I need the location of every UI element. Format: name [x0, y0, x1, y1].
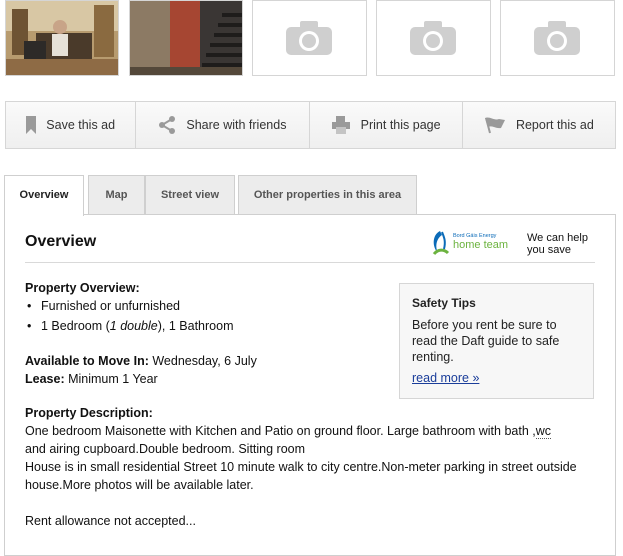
report-ad-button[interactable]: Report this ad [463, 102, 615, 148]
property-overview-section: Property Overview: Furnished or unfurnis… [25, 279, 233, 337]
list-item-furnished: Furnished or unfurnished [25, 297, 233, 317]
camera-icon [534, 21, 580, 55]
bedroom-double: 1 double [109, 319, 158, 333]
bedroom-suffix: ), 1 Bathroom [157, 319, 234, 333]
home-team-logo[interactable]: Bord Gáis Energy home team [430, 227, 522, 262]
save-ad-button[interactable]: Save this ad [6, 102, 137, 148]
available-value: Wednesday, 6 July [152, 354, 257, 368]
description-line-1: One bedroom Maisonette with Kitchen and … [25, 424, 536, 438]
property-overview-heading: Property Overview: [25, 281, 140, 295]
lease-row: Lease: Minimum 1 Year [25, 370, 257, 388]
lease-label: Lease: [25, 372, 65, 386]
availability-section: Available to Move In: Wednesday, 6 July … [25, 352, 257, 388]
photo-thumbnail-stairs[interactable] [129, 0, 243, 76]
save-ad-label: Save this ad [46, 118, 116, 132]
furnished-text: Furnished or unfurnished [41, 299, 180, 313]
photo-placeholder-3[interactable] [500, 0, 615, 76]
camera-icon [286, 21, 332, 55]
available-row: Available to Move In: Wednesday, 6 July [25, 352, 257, 370]
heading-divider [25, 262, 595, 263]
read-more-link[interactable]: read more » [412, 370, 479, 386]
printer-icon [331, 116, 351, 134]
tab-other-properties[interactable]: Other properties in this area [238, 175, 417, 214]
description-line-2: and airing cupboard.Double bedroom. Sitt… [25, 442, 306, 456]
description-paragraph-2: House is in small residential Street 10 … [25, 460, 577, 492]
description-wc: wc [535, 424, 552, 439]
share-icon [158, 116, 176, 134]
tab-street-view[interactable]: Street view [145, 175, 235, 214]
share-label: Share with friends [186, 118, 287, 132]
flag-icon [484, 116, 506, 134]
description-paragraph-3: Rent allowance not accepted... [25, 514, 196, 528]
photo-placeholder-2[interactable] [376, 0, 491, 76]
tab-map[interactable]: Map [88, 175, 145, 214]
share-button[interactable]: Share with friends [136, 102, 310, 148]
tagline-line-2: you save [527, 244, 572, 256]
tagline-line-1: We can help [527, 232, 588, 244]
photo-thumbnail-living-room[interactable] [5, 0, 119, 76]
photo-strip [5, 0, 617, 76]
overview-heading: Overview [25, 233, 97, 250]
stairs-photo [130, 1, 242, 75]
property-description-heading: Property Description: [25, 406, 153, 420]
overview-panel: Overview Bord Gáis Energy home team We c… [4, 214, 616, 556]
print-button[interactable]: Print this page [310, 102, 463, 148]
description-paragraph-1: One bedroom Maisonette with Kitchen and … [25, 422, 595, 458]
print-label: Print this page [360, 118, 441, 132]
photo-placeholder-1[interactable] [252, 0, 367, 76]
ad-actions-bar: Save this ad Share with friends Print th… [5, 101, 616, 149]
report-ad-label: Report this ad [515, 118, 594, 132]
lease-value: Minimum 1 Year [68, 372, 158, 386]
bedroom-prefix: 1 Bedroom ( [41, 319, 110, 333]
logo-main-text: home team [453, 239, 508, 251]
tab-overview[interactable]: Overview [4, 175, 84, 216]
bord-gais-logo-icon: Bord Gáis Energy home team [432, 231, 508, 256]
safety-tips-body: Before you rent be sure to read the Daft… [412, 318, 560, 364]
safety-tips-title: Safety Tips [412, 296, 476, 310]
living-room-photo [6, 1, 118, 75]
logo-tagline: We can help you save [527, 232, 607, 256]
safety-tips-box: Safety Tips Before you rent be sure to r… [399, 283, 594, 399]
property-overview-list: Furnished or unfurnished 1 Bedroom (1 do… [25, 297, 233, 337]
property-description-section: Property Description: One bedroom Maison… [25, 404, 595, 530]
available-label: Available to Move In: [25, 354, 149, 368]
camera-icon [410, 21, 456, 55]
bookmark-icon [26, 116, 37, 134]
list-item-bedrooms: 1 Bedroom (1 double), 1 Bathroom [25, 317, 233, 337]
